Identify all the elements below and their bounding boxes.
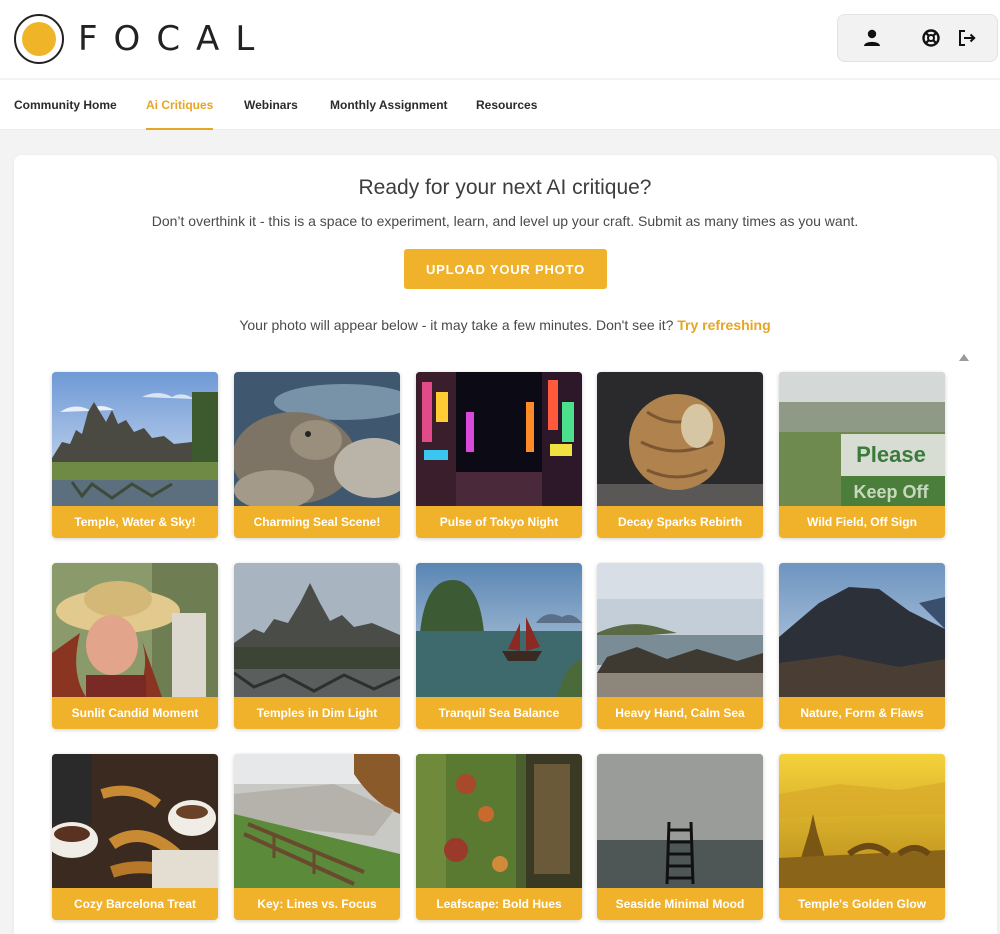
tile-label: Tranquil Sea Balance <box>416 697 582 729</box>
header: FOCAL <box>0 0 1000 78</box>
tile-label: Heavy Hand, Calm Sea <box>597 697 763 729</box>
upload-photo-button[interactable]: UPLOAD YOUR PHOTO <box>404 249 607 289</box>
nav-ai-critiques[interactable]: Ai Critiques <box>146 80 214 130</box>
gallery-tile[interactable]: Key: Lines vs. Focus <box>234 754 400 920</box>
tile-label: Sunlit Candid Moment <box>52 697 218 729</box>
gallery-tile[interactable]: Charming Seal Scene! <box>234 372 400 538</box>
gallery-tile[interactable]: Please Keep Off Wild Field, Off Sign <box>779 372 945 538</box>
nav-resources[interactable]: Resources <box>476 80 537 130</box>
logo-text: FOCAL <box>78 19 271 59</box>
svg-text:Keep Off: Keep Off <box>853 482 929 502</box>
user-actions <box>837 14 998 62</box>
tile-label: Leafscape: Bold Hues <box>416 888 582 920</box>
gallery-tile[interactable]: Temples in Dim Light <box>234 563 400 729</box>
main-nav: Community Home Ai Critiques Webinars Mon… <box>0 80 1000 130</box>
churros-coffee-image <box>52 754 218 888</box>
gallery-tile[interactable]: Leafscape: Bold Hues <box>416 754 582 920</box>
gallery-tile[interactable]: Tranquil Sea Balance <box>416 563 582 729</box>
mountain-image <box>779 563 945 697</box>
scroll-up-arrow-icon[interactable] <box>959 354 969 361</box>
rocky-coast-image <box>597 563 763 697</box>
field-sign-image: Please Keep Off <box>779 372 945 506</box>
gallery-tile[interactable]: Temple's Golden Glow <box>779 754 945 920</box>
gallery-tile[interactable]: Temple, Water & Sky! <box>52 372 218 538</box>
nav-webinars[interactable]: Webinars <box>244 80 298 130</box>
decaying-gourd-image <box>597 372 763 506</box>
focal-logo[interactable]: FOCAL <box>14 13 270 65</box>
gallery-tile[interactable]: Sunlit Candid Moment <box>52 563 218 729</box>
woman-straw-hat-image <box>52 563 218 697</box>
stone-wall-fence-image <box>234 754 400 888</box>
gallery-tile[interactable]: Nature, Form & Flaws <box>779 563 945 729</box>
try-refreshing-link[interactable]: Try refreshing <box>677 317 770 333</box>
temple-ruins-water-image <box>52 372 218 506</box>
seal-on-rocks-image <box>234 372 400 506</box>
page-title: Ready for your next AI critique? <box>358 176 652 199</box>
bay-junk-boat-image <box>416 563 582 697</box>
page-subtitle: Don’t overthink it - this is a space to … <box>151 213 859 229</box>
nav-community-home[interactable]: Community Home <box>14 80 117 130</box>
upload-notice: Your photo will appear below - it may ta… <box>0 317 1000 333</box>
nav-monthly-assignment[interactable]: Monthly Assignment <box>330 80 448 130</box>
tile-label: Nature, Form & Flaws <box>779 697 945 729</box>
sign-text: Please <box>856 442 926 467</box>
gallery-tile[interactable]: Pulse of Tokyo Night <box>416 372 582 538</box>
gallery-tile[interactable]: Cozy Barcelona Treat <box>52 754 218 920</box>
gallery-tile[interactable]: Seaside Minimal Mood <box>597 754 763 920</box>
tile-label: Temples in Dim Light <box>234 697 400 729</box>
tile-label: Wild Field, Off Sign <box>779 506 945 538</box>
gallery-tile[interactable]: Decay Sparks Rebirth <box>597 372 763 538</box>
user-icon[interactable] <box>861 27 883 49</box>
tile-label: Temple, Water & Sky! <box>52 506 218 538</box>
gallery-tile[interactable]: Heavy Hand, Calm Sea <box>597 563 763 729</box>
tile-label: Decay Sparks Rebirth <box>597 506 763 538</box>
tile-label: Charming Seal Scene! <box>234 506 400 538</box>
logo-circle-icon <box>14 14 64 64</box>
ivy-wall-image <box>416 754 582 888</box>
help-icon[interactable] <box>920 27 942 49</box>
neon-street-night-image <box>416 372 582 506</box>
tile-label: Pulse of Tokyo Night <box>416 506 582 538</box>
ladder-sea-image <box>597 754 763 888</box>
tile-label: Key: Lines vs. Focus <box>234 888 400 920</box>
golden-pagoda-image <box>779 754 945 888</box>
tile-label: Temple's Golden Glow <box>779 888 945 920</box>
notice-text: Your photo will appear below - it may ta… <box>239 317 674 333</box>
logout-icon[interactable] <box>956 27 978 49</box>
dim-temple-image <box>234 563 400 697</box>
tile-label: Seaside Minimal Mood <box>597 888 763 920</box>
tile-label: Cozy Barcelona Treat <box>52 888 218 920</box>
